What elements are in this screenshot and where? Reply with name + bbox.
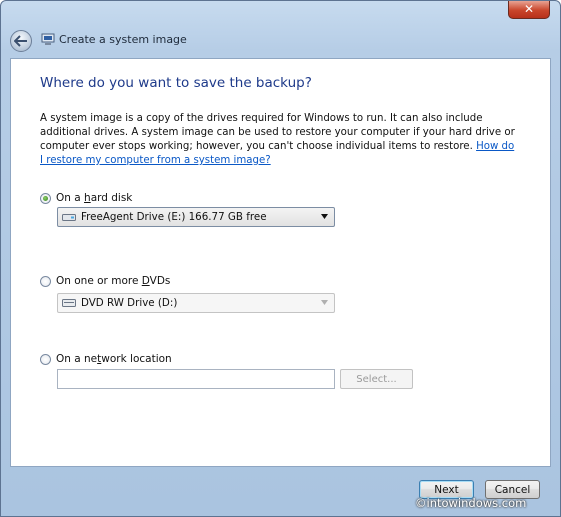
network-location-input[interactable] xyxy=(57,369,335,389)
watermark: ©intowindows.com xyxy=(415,496,527,510)
dvd-drive-icon xyxy=(62,299,76,307)
dvd-selected-value: DVD RW Drive (D:) xyxy=(81,297,178,309)
radio-hard-disk-label: On a hard disk xyxy=(56,192,133,204)
back-button[interactable] xyxy=(10,30,32,52)
dvd-select[interactable]: DVD RW Drive (D:) xyxy=(57,293,335,313)
wizard-content: Where do you want to save the backup? A … xyxy=(10,58,551,467)
window-title: Create a system image xyxy=(59,33,187,46)
page-heading: Where do you want to save the backup? xyxy=(40,75,312,91)
description-body: A system image is a copy of the drives r… xyxy=(40,113,515,152)
close-icon: ✕ xyxy=(523,2,535,16)
close-button[interactable]: ✕ xyxy=(508,1,550,19)
hard-drive-icon xyxy=(62,214,76,221)
radio-hard-disk[interactable] xyxy=(40,192,51,204)
description-text: A system image is a copy of the drives r… xyxy=(40,112,518,168)
radio-dvd[interactable] xyxy=(40,275,51,287)
dialog-window: ✕ Create a system image Where do you wan… xyxy=(0,0,561,517)
select-network-button[interactable]: Select... xyxy=(340,369,413,389)
radio-dvd-label: On one or more DVDs xyxy=(56,275,171,287)
option-hard-disk[interactable]: On a hard disk xyxy=(40,192,132,204)
radio-network-label: On a network location xyxy=(56,353,172,365)
hard-disk-selected-value: FreeAgent Drive (E:) 166.77 GB free xyxy=(81,211,267,223)
chevron-down-icon xyxy=(321,300,328,305)
back-arrow-icon xyxy=(14,35,27,47)
chevron-down-icon xyxy=(321,214,328,219)
hard-disk-select[interactable]: FreeAgent Drive (E:) 166.77 GB free xyxy=(57,207,335,227)
option-network[interactable]: On a network location xyxy=(40,353,172,365)
radio-network[interactable] xyxy=(40,353,51,365)
option-dvd[interactable]: On one or more DVDs xyxy=(40,275,170,287)
backup-icon xyxy=(41,33,55,45)
